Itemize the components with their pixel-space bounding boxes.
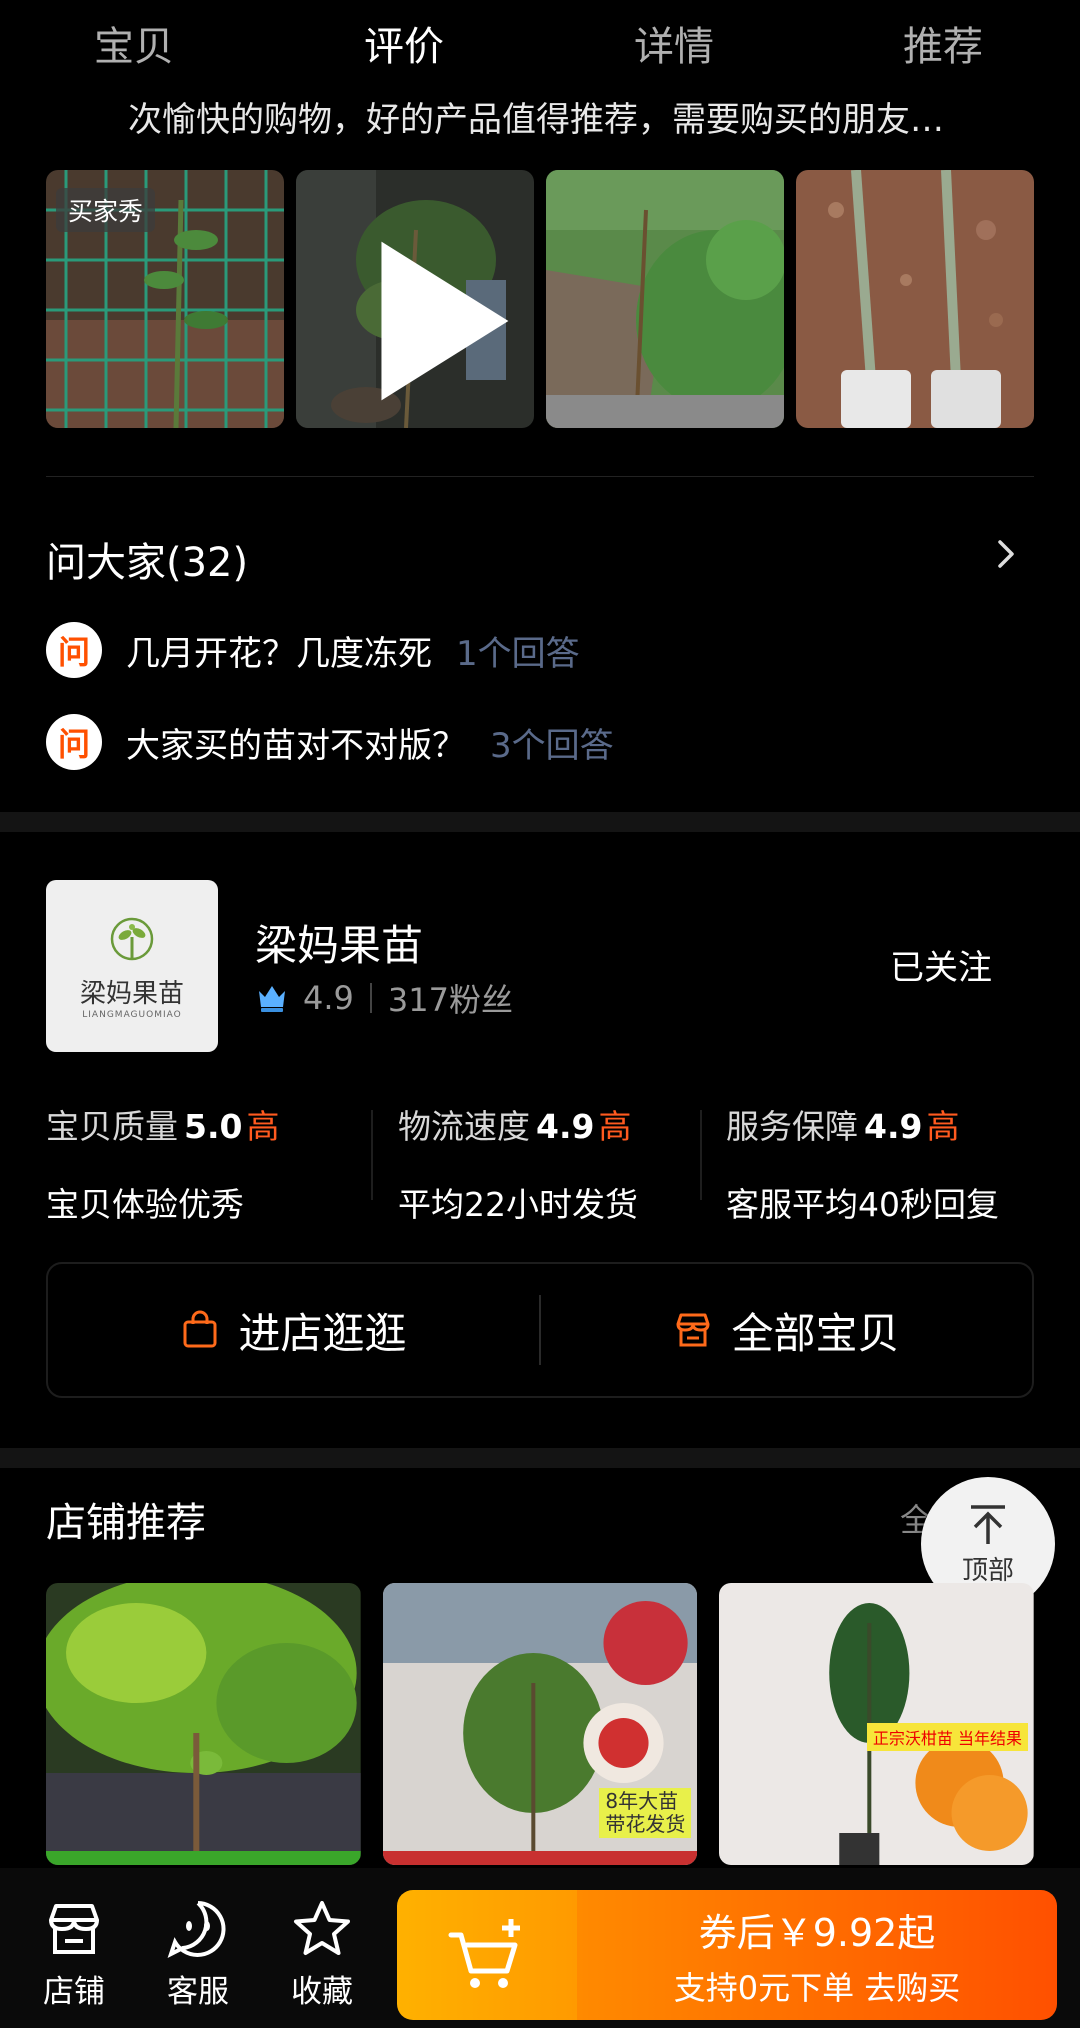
buyer-show-badge: 买家秀 [56, 188, 156, 232]
qa-item[interactable]: 问 大家买的苗对不对版？ 3个回答 [46, 712, 1034, 772]
shop-rating: 4.9 [303, 979, 354, 1017]
ask-icon: 问 [46, 622, 102, 678]
product-tag: 8年大苗 带花发货 [599, 1788, 692, 1838]
tab-pingjia[interactable]: 评价 [364, 14, 444, 72]
tree-logo-icon [110, 917, 154, 960]
buy-button[interactable]: 券后￥9.92起 支持0元下单 去购买 [397, 1890, 1057, 2020]
arrow-up-icon [971, 1504, 1005, 1544]
chevron-right-icon [998, 540, 1014, 568]
favorite-label: 收藏 [291, 1974, 353, 2010]
cart-plus-icon [448, 1919, 520, 1988]
metric-level: 高 [926, 1107, 960, 1146]
favorite-button[interactable]: 收藏 [272, 1898, 372, 2011]
review-photo[interactable] [796, 170, 1034, 428]
all-items-button[interactable]: 全部宝贝 [541, 1264, 1032, 1396]
metric-quality: 宝贝质量 5.0 高 宝贝体验优秀 [46, 1100, 279, 1226]
qa-item[interactable]: 问 几月开花？几度冻死 1个回答 [46, 620, 1034, 680]
metric-desc: 宝贝体验优秀 [46, 1185, 244, 1224]
customer-service-label: 客服 [167, 1974, 229, 2010]
shop-tab-button[interactable]: 店铺 [24, 1898, 124, 2011]
recommend-cards: 8年大苗 带花发货 正宗沃柑苗 当年结果 [46, 1583, 1035, 1865]
shopping-bag-icon [183, 1310, 217, 1348]
qa-question: 大家买的苗对不对版？ [126, 725, 466, 766]
product-card[interactable]: 正宗沃柑苗 当年结果 [719, 1583, 1035, 1865]
metric-score: 4.9 [536, 1107, 595, 1146]
section-band [0, 812, 1080, 832]
metric-service: 服务保障 4.9 高 客服平均40秒回复 [726, 1100, 999, 1226]
back-to-top-label: 顶部 [961, 1555, 1014, 1586]
play-icon [381, 241, 509, 401]
review-snippet[interactable]: 次愉快的购物，好的产品值得推荐，需要购买的朋友… [128, 92, 1028, 141]
section-divider [46, 476, 1034, 477]
top-tab-bar: 宝贝 评价 详情 推荐 [0, 0, 1080, 82]
product-card[interactable]: 8年大苗 带花发货 [382, 1583, 698, 1865]
shop-tab-label: 店铺 [43, 1974, 105, 2010]
metric-desc: 客服平均40秒回复 [726, 1185, 999, 1224]
tab-baobei[interactable]: 宝贝 [94, 14, 174, 72]
shop-logo[interactable]: 梁妈果苗 LIANGMAGUOMIAO [46, 880, 218, 1052]
meta-separator [369, 983, 372, 1013]
bottom-action-bar: 店铺 客服 收藏 券后￥9.92起 支持0元下单 去购买 [0, 1868, 1080, 2028]
tab-xiangqing[interactable]: 详情 [634, 14, 714, 72]
all-items-label: 全部宝贝 [731, 1308, 900, 1358]
qa-title: 问大家(32) [46, 540, 249, 586]
qa-answer-count: 1个回答 [456, 633, 580, 674]
crown-icon [259, 986, 285, 1012]
coupon-price: 券后￥9.92起 [698, 1910, 936, 1955]
qa-question: 几月开花？几度冻死 [126, 633, 432, 674]
store-icon [49, 1904, 99, 1954]
metric-separator [371, 1110, 373, 1200]
metric-level: 高 [598, 1107, 632, 1146]
shop-fans: 317粉丝 [387, 981, 513, 1019]
store-recommend-title: 店铺推荐 [46, 1500, 206, 1546]
follow-button[interactable]: 已关注 [890, 940, 992, 989]
tab-tuijian[interactable]: 推荐 [903, 14, 983, 72]
shop-meta: 4.9 317粉丝 [255, 975, 513, 1021]
metric-label: 宝贝质量 [46, 1107, 178, 1146]
metric-label: 服务保障 [726, 1107, 858, 1146]
metric-separator [700, 1110, 702, 1200]
ask-icon: 问 [46, 714, 102, 770]
shop-logo-subtext: LIANGMAGUOMIAO [82, 1009, 182, 1020]
enter-shop-button[interactable]: 进店逛逛 [48, 1264, 539, 1396]
store-icon [676, 1313, 710, 1347]
metric-desc: 平均22小时发货 [398, 1185, 638, 1224]
product-card[interactable] [46, 1583, 361, 1865]
chat-face-icon [167, 1901, 226, 1958]
qa-answer-count: 3个回答 [490, 725, 614, 766]
review-photo[interactable] [546, 170, 784, 428]
shop-actions: 进店逛逛 全部宝贝 [46, 1262, 1034, 1398]
metric-level: 高 [246, 1107, 280, 1146]
qa-header[interactable]: 问大家(32) [46, 530, 1034, 586]
purchase-button[interactable]: 券后￥9.92起 支持0元下单 去购买 [577, 1890, 1057, 2020]
review-photos: 买家秀 [46, 170, 1034, 428]
customer-service-button[interactable]: 客服 [148, 1898, 248, 2011]
star-icon [294, 1901, 350, 1955]
section-band [0, 1448, 1080, 1468]
review-video[interactable] [296, 170, 534, 428]
product-tag: 正宗沃柑苗 当年结果 [866, 1723, 1029, 1751]
metric-logistics: 物流速度 4.9 高 平均22小时发货 [398, 1100, 638, 1226]
enter-shop-label: 进店逛逛 [238, 1308, 407, 1358]
metric-score: 4.9 [864, 1107, 923, 1146]
metric-label: 物流速度 [398, 1107, 530, 1146]
metric-score: 5.0 [184, 1107, 243, 1146]
purchase-label: 支持0元下单 去购买 [673, 1968, 961, 2007]
shop-name[interactable]: 梁妈果苗 [255, 912, 423, 973]
add-to-cart-button[interactable] [397, 1890, 577, 2020]
review-photo[interactable]: 买家秀 [46, 170, 284, 428]
shop-logo-text: 梁妈果苗 [79, 978, 184, 1009]
